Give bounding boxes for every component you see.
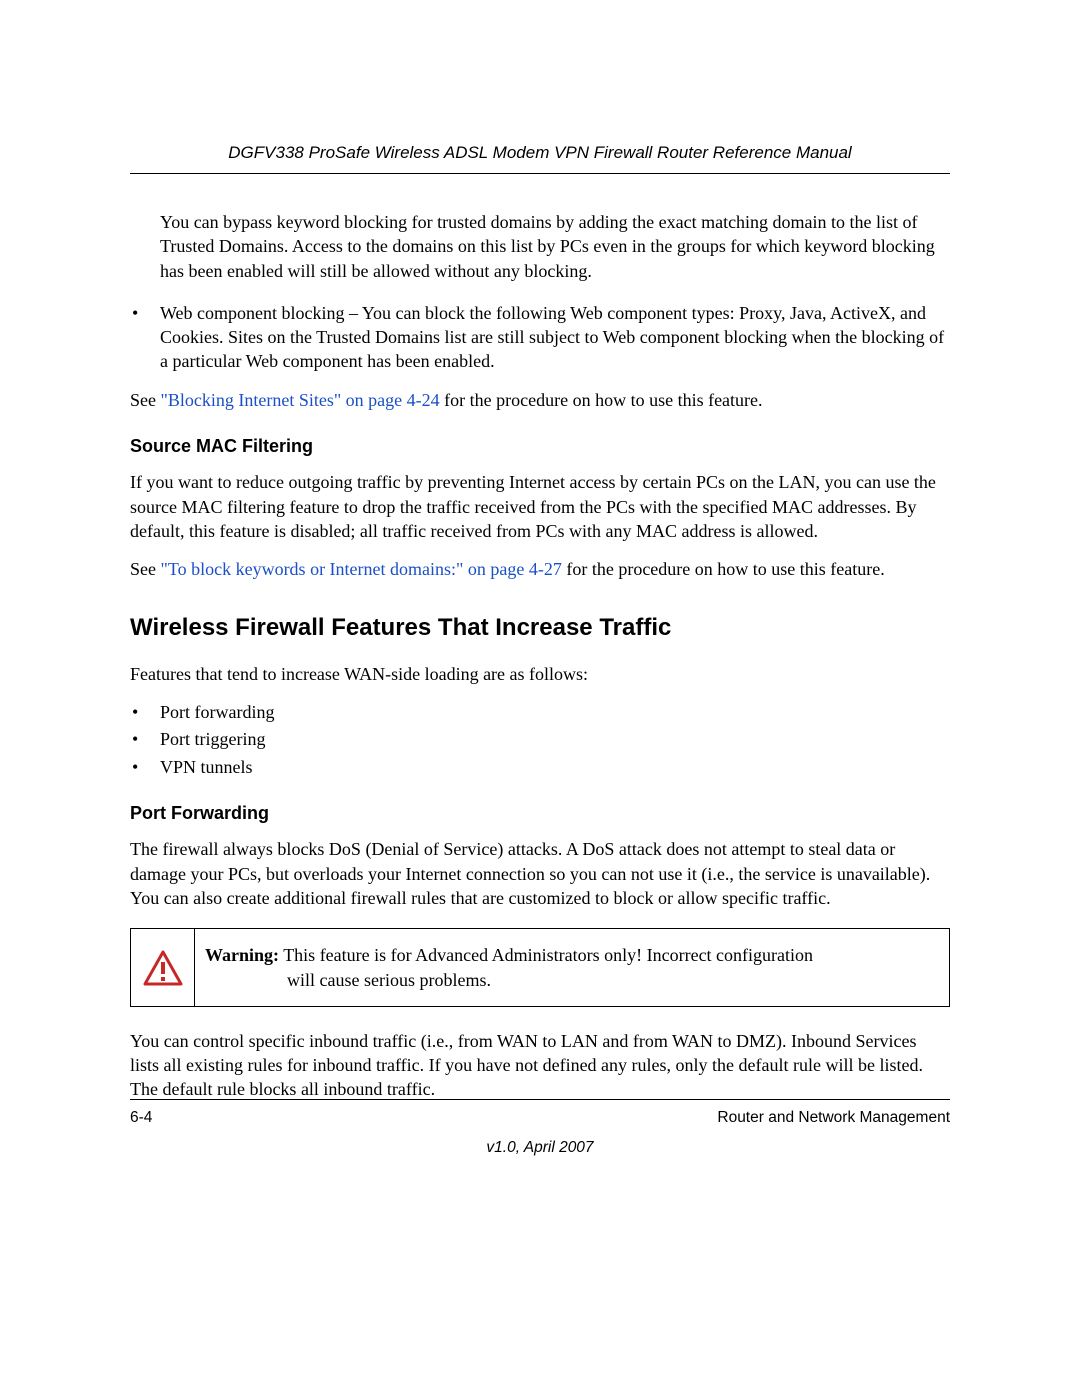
list-item: VPN tunnels — [130, 755, 950, 779]
warning-box: Warning: This feature is for Advanced Ad… — [130, 928, 950, 1007]
port-forwarding-heading: Port Forwarding — [130, 801, 950, 825]
blocking-sites-link[interactable]: "Blocking Internet Sites" on page 4-24 — [161, 390, 440, 410]
port-forwarding-paragraph: The firewall always blocks DoS (Denial o… — [130, 837, 950, 910]
see-post-2: for the procedure on how to use this fea… — [562, 559, 885, 579]
mac-filtering-paragraph: If you want to reduce outgoing traffic b… — [130, 470, 950, 543]
see-pre: See — [130, 390, 161, 410]
page-header-title: DGFV338 ProSafe Wireless ADSL Modem VPN … — [130, 142, 950, 174]
page-footer: 6-4 Router and Network Management — [130, 1099, 950, 1129]
list-item: Port triggering — [130, 727, 950, 751]
see-blocking-sites: See "Blocking Internet Sites" on page 4-… — [130, 388, 950, 412]
trusted-domains-paragraph: You can bypass keyword blocking for trus… — [160, 210, 950, 283]
block-keywords-link[interactable]: "To block keywords or Internet domains:"… — [161, 559, 562, 579]
warning-text: Warning: This feature is for Advanced Ad… — [195, 929, 949, 1006]
footer-version: v1.0, April 2007 — [0, 1138, 1080, 1159]
see-block-keywords: See "To block keywords or Internet domai… — [130, 557, 950, 581]
warning-line2: will cause serious problems. — [205, 968, 933, 992]
see-pre-2: See — [130, 559, 161, 579]
web-component-item: Web component blocking – You can block t… — [130, 301, 950, 374]
warning-triangle-icon — [143, 950, 183, 986]
warning-line1: This feature is for Advanced Administrat… — [279, 945, 813, 965]
increase-intro: Features that tend to increase WAN-side … — [130, 662, 950, 686]
content-blocking-list: Web component blocking – You can block t… — [130, 301, 950, 374]
increase-traffic-heading: Wireless Firewall Features That Increase… — [130, 612, 950, 644]
inbound-control-paragraph: You can control specific inbound traffic… — [130, 1029, 950, 1102]
list-item: Port forwarding — [130, 700, 950, 724]
warning-icon-cell — [131, 929, 195, 1006]
warning-label: Warning: — [205, 945, 279, 965]
page-number: 6-4 — [130, 1108, 152, 1129]
increase-traffic-list: Port forwarding Port triggering VPN tunn… — [130, 700, 950, 779]
section-label: Router and Network Management — [717, 1108, 950, 1129]
see-post: for the procedure on how to use this fea… — [440, 390, 763, 410]
source-mac-filtering-heading: Source MAC Filtering — [130, 434, 950, 458]
